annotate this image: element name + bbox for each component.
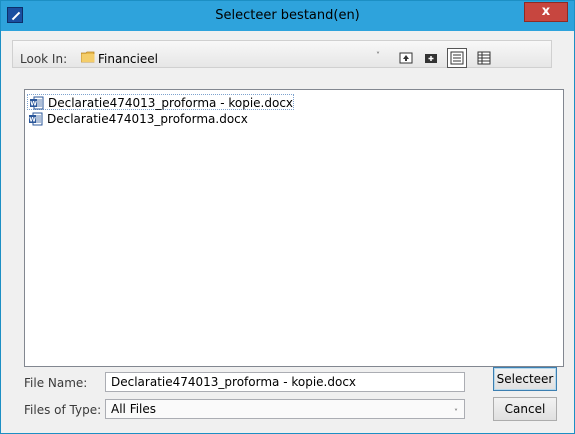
files-of-type-value: All Files — [111, 402, 157, 416]
file-list[interactable]: W Declaratie474013_proforma - kopie.docx… — [24, 89, 564, 367]
select-button[interactable]: Selecteer — [493, 367, 557, 391]
files-of-type-label: Files of Type: — [24, 403, 102, 417]
list-view-button[interactable] — [447, 48, 467, 68]
cancel-button[interactable]: Cancel — [493, 397, 557, 421]
list-item[interactable]: W Declaratie474013_proforma.docx — [27, 111, 248, 127]
details-view-button[interactable] — [474, 48, 494, 68]
list-view-icon — [450, 51, 464, 65]
window-title: Selecteer bestand(en) — [215, 8, 360, 23]
new-folder-icon — [425, 54, 437, 63]
chevron-down-icon: ˅ — [454, 408, 458, 417]
close-button[interactable]: x — [524, 2, 568, 22]
file-name: Declaratie474013_proforma.docx — [47, 112, 248, 126]
word-document-icon: W — [30, 96, 44, 110]
svg-text:W: W — [30, 101, 37, 108]
file-name: Declaratie474013_proforma - kopie.docx — [48, 96, 294, 110]
file-name-label: File Name: — [24, 376, 88, 390]
new-folder-button[interactable] — [421, 48, 441, 68]
up-one-level-button[interactable] — [396, 48, 416, 68]
current-folder: Financieel — [98, 52, 158, 66]
folder-icon — [81, 51, 95, 63]
word-document-icon: W — [29, 112, 43, 126]
svg-text:W: W — [29, 117, 36, 124]
details-view-icon — [477, 51, 491, 65]
file-name-input[interactable]: Declaratie474013_proforma - kopie.docx — [105, 372, 465, 392]
up-one-level-icon — [399, 52, 413, 64]
list-item[interactable]: W Declaratie474013_proforma - kopie.docx — [27, 94, 295, 110]
title-bar[interactable]: Selecteer bestand(en) x — [1, 1, 574, 31]
files-of-type-select[interactable]: All Files ˅ — [105, 399, 465, 419]
look-in-dropdown-arrow[interactable]: ˅ — [376, 51, 380, 60]
look-in-label: Look In: — [20, 52, 68, 66]
